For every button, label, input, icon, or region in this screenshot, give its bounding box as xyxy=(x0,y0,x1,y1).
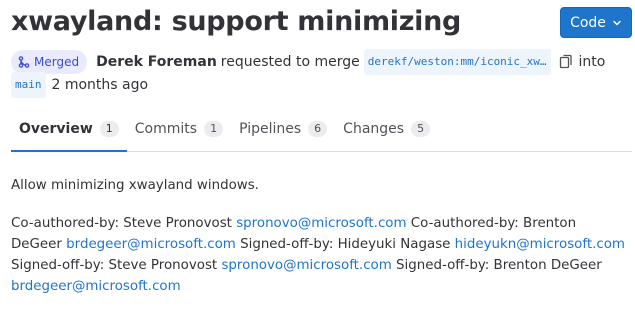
merge-request-page: xwayland: support minimizing Code Merged… xyxy=(0,0,635,325)
tab-overview-count: 1 xyxy=(99,120,119,137)
trailer-text: Signed-off-by: Steve Pronovost xyxy=(11,258,222,273)
tab-pipelines-label: Pipelines xyxy=(239,120,302,137)
tab-pipelines-count: 6 xyxy=(308,120,328,137)
chevron-down-icon xyxy=(613,20,621,25)
copy-icon[interactable] xyxy=(559,54,573,70)
trailer-text: Co-authored-by: Steve Pronovost xyxy=(11,216,237,231)
email-link[interactable]: hideyukn@microsoft.com xyxy=(455,237,625,252)
tab-commits[interactable]: Commits 1 xyxy=(127,106,231,151)
tab-changes-count: 5 xyxy=(411,120,431,137)
description-trailers: Co-authored-by: Steve Pronovost spronovo… xyxy=(11,213,629,297)
merge-request-meta: Merged Derek Foreman requested to merge … xyxy=(11,49,624,98)
target-branch-link[interactable]: main xyxy=(11,72,46,98)
email-link[interactable]: spronovo@microsoft.com xyxy=(236,216,406,231)
action-text: requested to merge xyxy=(220,54,360,70)
tab-pipelines[interactable]: Pipelines 6 xyxy=(231,106,335,151)
time-ago: 2 months ago xyxy=(51,77,149,93)
tab-changes-label: Changes xyxy=(343,120,405,137)
page-title: xwayland: support minimizing xyxy=(11,6,462,37)
tab-commits-label: Commits xyxy=(134,120,198,137)
email-link[interactable]: brdegeer@microsoft.com xyxy=(66,237,236,252)
source-branch-link[interactable]: derekf/weston:mm/iconic_xw… xyxy=(363,49,551,75)
email-link[interactable]: spronovo@microsoft.com xyxy=(221,258,391,273)
trailer-text: Signed-off-by: Brenton DeGeer xyxy=(391,258,602,273)
into-text: into xyxy=(578,54,606,70)
author-link[interactable]: Derek Foreman xyxy=(96,51,217,73)
title-row: xwayland: support minimizing Code xyxy=(11,4,632,44)
merge-request-tabs: Overview 1 Commits 1 Pipelines 6 Changes… xyxy=(11,106,632,152)
trailer-text: Signed-off-by: Hideyuki Nagase xyxy=(235,237,455,252)
code-dropdown-button[interactable]: Code xyxy=(560,7,632,38)
tab-changes[interactable]: Changes 5 xyxy=(335,106,438,151)
description-summary: Allow minimizing xwayland windows. xyxy=(11,178,259,193)
status-badge-label: Merged xyxy=(34,55,80,69)
tab-overview[interactable]: Overview 1 xyxy=(11,106,127,152)
email-link[interactable]: brdegeer@microsoft.com xyxy=(11,279,181,294)
description: Allow minimizing xwayland windows. Co-au… xyxy=(11,175,629,314)
code-button-label: Code xyxy=(570,14,606,31)
merge-icon xyxy=(18,56,30,68)
tab-overview-label: Overview xyxy=(19,120,93,137)
tab-commits-count: 1 xyxy=(204,120,224,137)
status-badge: Merged xyxy=(11,50,88,74)
